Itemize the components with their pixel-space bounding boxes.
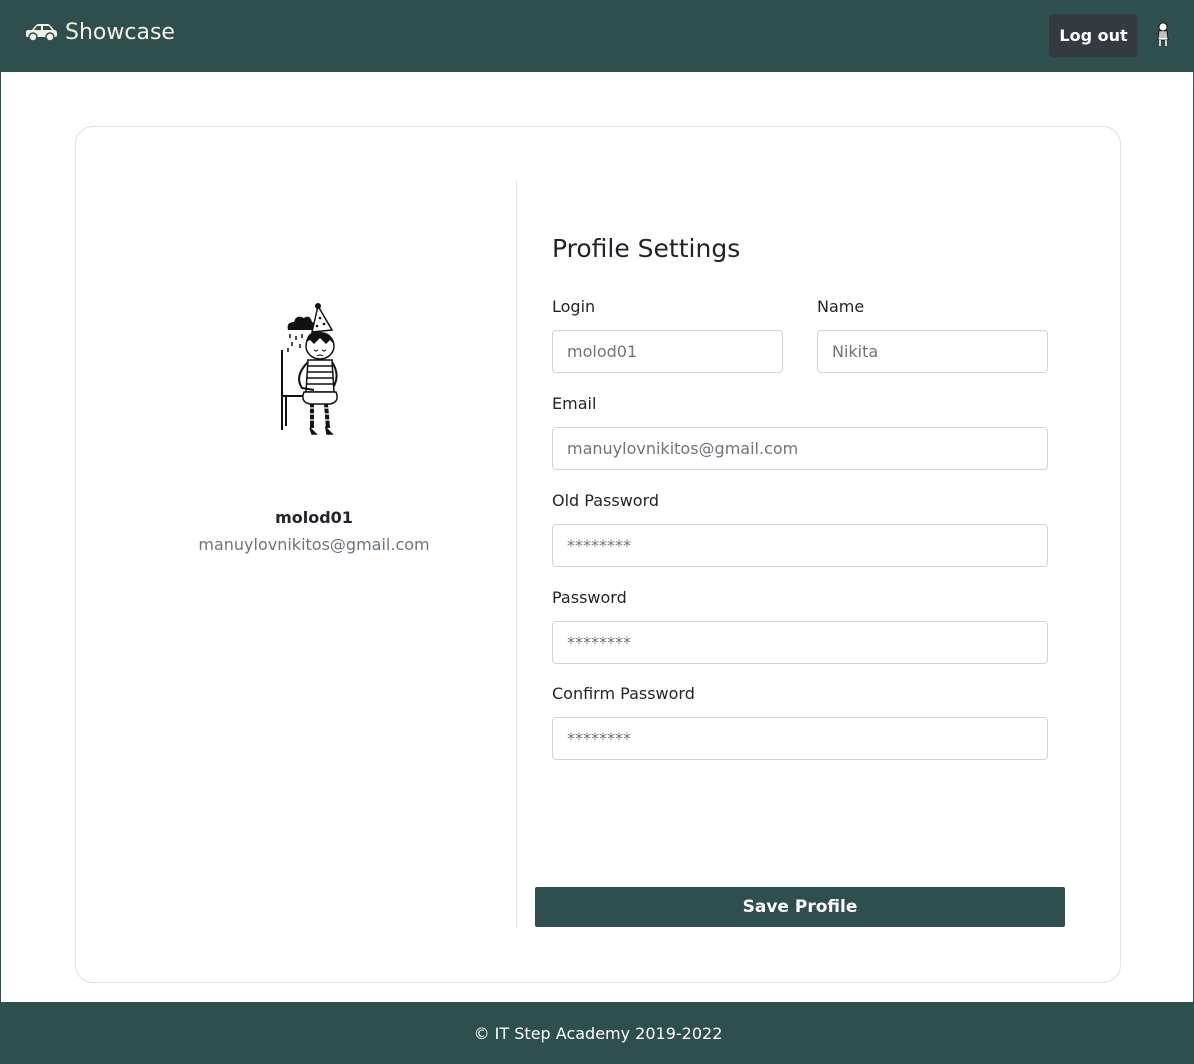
- page-title: Profile Settings: [552, 234, 741, 263]
- car-icon: [26, 24, 57, 42]
- confirm-password-label: Confirm Password: [552, 684, 695, 703]
- email-label: Email: [552, 394, 597, 413]
- old-password-label: Old Password: [552, 491, 660, 510]
- old-password-input[interactable]: [552, 524, 1048, 567]
- brand-link[interactable]: Showcase: [23, 16, 175, 48]
- name-input[interactable]: [817, 330, 1048, 373]
- footer-copyright: © IT Step Academy 2019-2022: [473, 1023, 723, 1043]
- password-input[interactable]: [552, 621, 1048, 664]
- password-label: Password: [552, 588, 627, 607]
- navbar: Showcase Log out: [1, 0, 1194, 72]
- footer: © IT Step Academy 2019-2022: [1, 1002, 1194, 1064]
- email-input[interactable]: [552, 427, 1048, 470]
- user-avatar-icon[interactable]: [1154, 20, 1172, 48]
- card-divider: [516, 181, 517, 928]
- profile-login: molod01: [275, 508, 353, 527]
- login-label: Login: [552, 297, 596, 316]
- name-label: Name: [817, 297, 865, 316]
- logout-button[interactable]: Log out: [1049, 14, 1138, 57]
- confirm-password-input[interactable]: [552, 717, 1048, 760]
- login-input[interactable]: [552, 330, 783, 373]
- brand-label: Showcase: [65, 19, 175, 45]
- profile-image: [281, 303, 338, 435]
- profile-email: manuylovnikitos@gmail.com: [198, 535, 430, 554]
- save-profile-button[interactable]: Save Profile: [535, 887, 1065, 927]
